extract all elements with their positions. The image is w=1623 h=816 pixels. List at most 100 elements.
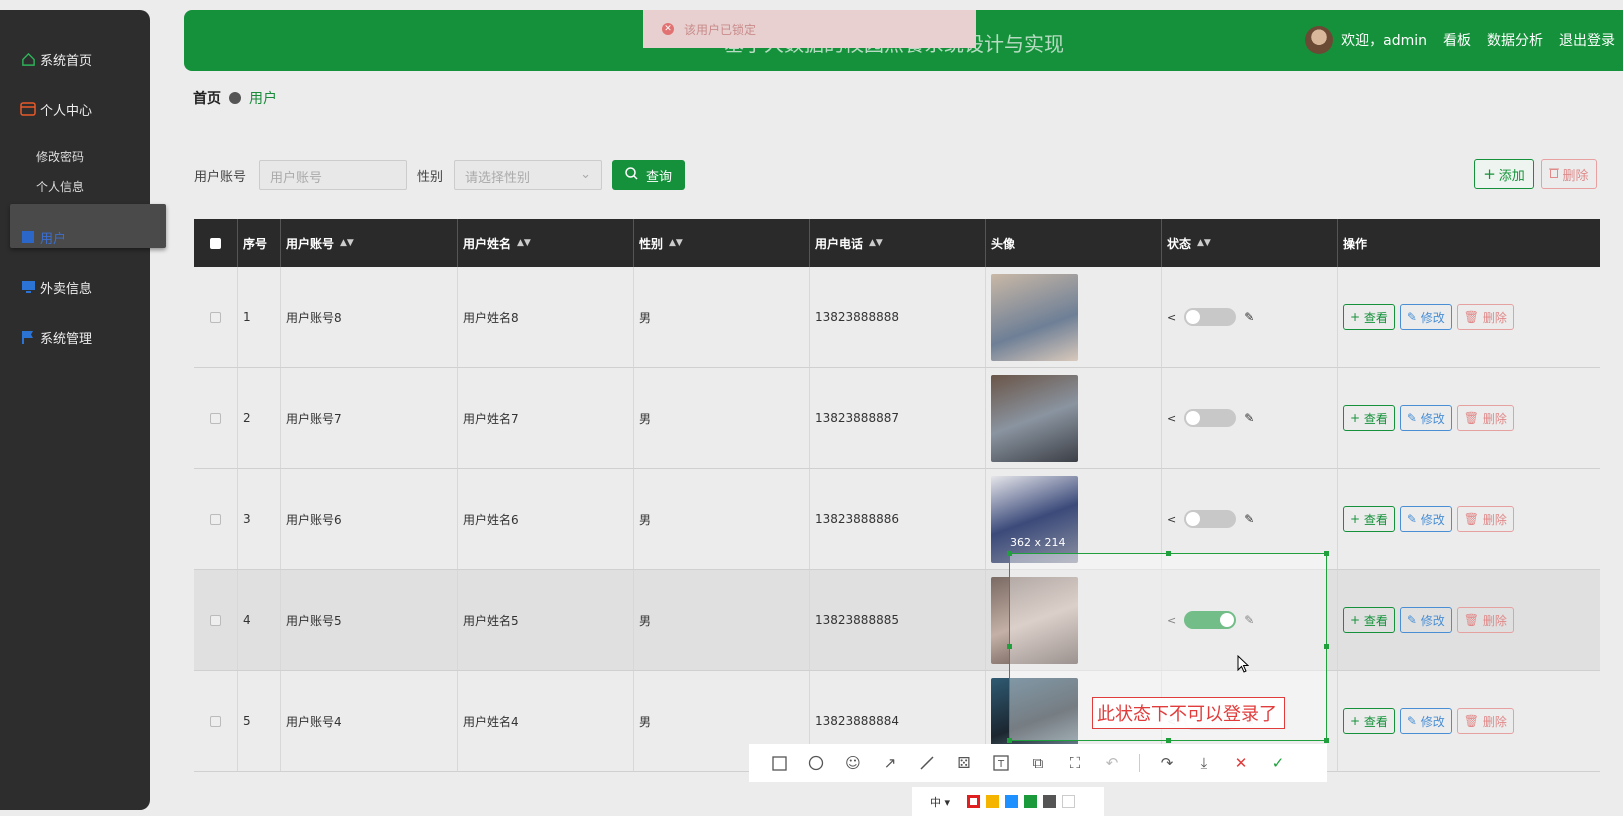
edit-pen-icon[interactable]: ✎ [1244,310,1254,324]
confirm-icon[interactable]: ✓ [1268,753,1288,773]
delete-button[interactable]: 🗑 删除 [1456,708,1514,734]
cell-gender: 男 [634,368,810,468]
edit-pen-icon[interactable]: ✎ [1244,512,1254,526]
table-row: 4 用户账号5 用户姓名5 男 13823888885 < ✎ + 查看 ✎ 修… [194,570,1600,671]
row-checkbox[interactable] [210,412,221,424]
cell-no: 5 [238,671,281,771]
color-swatch[interactable] [1005,795,1019,808]
account-search-input[interactable]: 用户账号 [259,160,407,190]
trash-icon: 🗑 [1463,613,1483,627]
delete-button[interactable]: 🗑 删除 [1456,304,1514,330]
dashboard-link[interactable]: 看板 [1443,30,1471,50]
share-icon[interactable]: < [1167,412,1176,425]
edit-pen-icon[interactable]: ✎ [1244,411,1254,425]
data-analysis-link[interactable]: 数据分析 [1487,30,1543,50]
view-button[interactable]: + 查看 [1343,304,1395,330]
text-annotation[interactable]: 此状态下不可以登录了 [1092,697,1285,729]
resize-handle[interactable] [1007,551,1012,556]
col-header-account[interactable]: 用户账号 ▲▼ [281,219,458,267]
resize-handle[interactable] [1166,551,1171,556]
color-swatch[interactable] [1024,795,1038,808]
status-toggle[interactable] [1184,308,1237,326]
user-photo[interactable] [991,273,1078,361]
row-checkbox[interactable] [210,513,221,525]
share-icon[interactable]: < [1167,311,1176,324]
sidebar-item-change-password[interactable]: 修改密码 [36,148,84,165]
ellipse-tool-icon[interactable] [806,753,826,773]
text-tool-icon[interactable]: T [991,753,1011,773]
ocr-tool-icon[interactable]: ⛶ [1065,753,1085,773]
trash-icon: 🗑 [1463,310,1483,324]
sort-icon[interactable]: ▲▼ [869,238,883,248]
rectangle-tool-icon[interactable] [769,753,789,773]
color-swatch[interactable] [967,795,981,808]
edit-button[interactable]: ✎ 修改 [1399,506,1452,532]
resize-handle[interactable] [1007,738,1012,743]
resize-handle[interactable] [1324,738,1329,743]
copy-tool-icon[interactable]: ⧉ [1028,753,1048,773]
mosaic-tool-icon[interactable]: ⚄ [954,753,974,773]
user-photo[interactable] [991,374,1078,462]
close-icon[interactable]: ✕ [1231,753,1251,773]
row-checkbox[interactable] [210,614,221,626]
view-button[interactable]: + 查看 [1343,405,1395,431]
delete-button[interactable]: 🗑 删除 [1456,405,1514,431]
emoji-tool-icon[interactable]: ☺ [843,753,863,773]
download-icon[interactable]: ⤓ [1194,753,1214,773]
share-icon[interactable]: ↷ [1157,753,1177,773]
arrow-tool-icon[interactable]: ↗ [880,753,900,773]
delete-button[interactable]: 🗑 删除 [1456,506,1514,532]
share-icon[interactable]: < [1167,513,1176,526]
col-header-name[interactable]: 用户姓名 ▲▼ [458,219,634,267]
select-all-checkbox[interactable] [210,237,221,249]
row-checkbox[interactable] [210,311,221,323]
edit-button[interactable]: ✎ 修改 [1399,607,1452,633]
edit-icon: ✎ [1406,411,1421,425]
toast-message: ✕ 该用户已锁定 [643,10,976,48]
status-toggle[interactable] [1184,409,1237,427]
breadcrumb-home[interactable]: 首页 [193,88,221,108]
edit-button[interactable]: ✎ 修改 [1399,405,1452,431]
status-toggle[interactable] [1184,510,1237,528]
sidebar-item-personal-info[interactable]: 个人信息 [36,178,84,195]
sidebar-item-personal-center[interactable]: 个人中心 [20,98,92,120]
sort-icon[interactable]: ▲▼ [1197,238,1211,248]
cell-text: 5 [243,714,251,728]
color-swatch[interactable] [986,795,1000,808]
logout-link[interactable]: 退出登录 [1559,30,1615,50]
resize-handle[interactable] [1324,551,1329,556]
resize-handle[interactable] [1166,738,1171,743]
size-select[interactable]: 中 ▾ [930,794,950,810]
sidebar-item-users[interactable]: 用户 [20,226,66,248]
row-checkbox[interactable] [210,715,221,727]
line-tool-icon[interactable] [917,753,937,773]
color-swatch[interactable] [1043,795,1057,808]
sidebar-item-label: 个人中心 [40,103,93,119]
sort-icon[interactable]: ▲▼ [517,238,531,248]
col-header-status[interactable]: 状态 ▲▼ [1162,219,1338,267]
sidebar-item-home[interactable]: 系统首页 [20,48,92,70]
avatar[interactable] [1305,26,1334,54]
table-row: 3 用户账号6 用户姓名6 男 13823888886 < ✎ + 查看 ✎ 修… [194,469,1600,570]
col-header-phone[interactable]: 用户电话 ▲▼ [810,219,986,267]
sort-icon[interactable]: ▲▼ [340,238,354,248]
edit-button[interactable]: ✎ 修改 [1399,304,1452,330]
view-button[interactable]: + 查看 [1343,506,1395,532]
gender-select[interactable]: 请选择性别 ⌄ [454,160,602,190]
view-button[interactable]: + 查看 [1343,607,1395,633]
resize-handle[interactable] [1007,644,1012,649]
edit-button[interactable]: ✎ 修改 [1399,708,1452,734]
color-swatch[interactable] [1062,795,1076,808]
batch-delete-button[interactable]: 删除 [1541,159,1597,189]
sidebar-item-system[interactable]: 系统管理 [20,326,92,348]
view-button[interactable]: + 查看 [1343,708,1395,734]
sidebar-item-takeout[interactable]: 外卖信息 [20,276,92,298]
delete-button[interactable]: 🗑 删除 [1456,607,1514,633]
user-photo[interactable] [991,475,1078,563]
add-button[interactable]: + 添加 [1474,159,1534,189]
sort-icon[interactable]: ▲▼ [669,238,683,248]
query-button[interactable]: 查询 [612,160,685,190]
resize-handle[interactable] [1324,644,1329,649]
col-header-gender[interactable]: 性别 ▲▼ [634,219,810,267]
undo-icon[interactable]: ↶ [1102,753,1122,773]
